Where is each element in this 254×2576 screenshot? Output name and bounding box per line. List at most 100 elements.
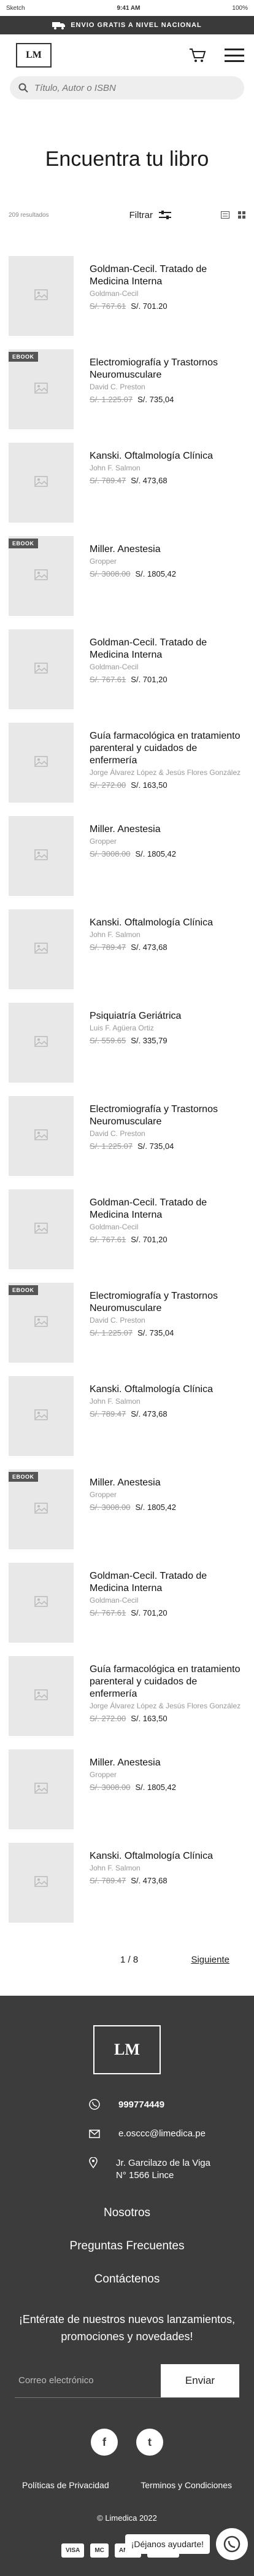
link-faq[interactable]: Preguntas Frecuentes xyxy=(0,2239,254,2253)
twitter-icon[interactable]: t xyxy=(136,2429,163,2456)
product-card[interactable]: Miller. Anestesia Gropper S/. 3008.00 S/. 1… xyxy=(0,1749,254,1843)
product-title[interactable]: Goldman-Cecil. Tratado de Medicina Inter… xyxy=(90,637,245,661)
old-price: S/. 3008.00 xyxy=(90,1503,131,1512)
product-card[interactable]: Miller. Anestesia Gropper S/. 3008.00 S/. 1… xyxy=(0,816,254,909)
link-nosotros[interactable]: Nosotros xyxy=(0,2206,254,2220)
product-card[interactable]: Electromiografía y Trastornos Neuromuscu… xyxy=(0,1096,254,1189)
product-card[interactable]: Goldman-Cecil. Tratado de Medicina Inter… xyxy=(0,1189,254,1283)
product-image[interactable] xyxy=(9,909,74,989)
product-title[interactable]: Kanski. Oftalmología Clínica xyxy=(90,1383,245,1396)
product-image[interactable] xyxy=(9,816,74,896)
image-placeholder-icon xyxy=(34,942,48,957)
email-row[interactable]: e.osccc@limedica.pe xyxy=(0,2128,254,2139)
product-image[interactable] xyxy=(9,723,74,803)
phone-row[interactable]: 999774449 xyxy=(0,2099,254,2110)
product-card[interactable]: Kanski. Oftalmología Clínica John F. Salm… xyxy=(0,1376,254,1469)
image-placeholder-icon xyxy=(34,569,48,583)
product-title[interactable]: Electromiografía y Trastornos Neuromuscu… xyxy=(90,1103,245,1128)
product-image[interactable] xyxy=(9,629,74,709)
link-contact[interactable]: Contáctenos xyxy=(0,2273,254,2286)
product-title[interactable]: Guía farmacológica en tratamiento parent… xyxy=(90,730,245,767)
filter-button[interactable]: Filtrar xyxy=(129,210,171,220)
product-title[interactable]: Guía farmacológica en tratamiento parent… xyxy=(90,1664,245,1700)
product-image[interactable]: EBOOK xyxy=(9,1283,74,1363)
product-title[interactable]: Goldman-Cecil. Tratado de Medicina Inter… xyxy=(90,263,245,288)
product-author: David C. Preston xyxy=(90,1316,145,1325)
product-card[interactable]: Goldman-Cecil. Tratado de Medicina Inter… xyxy=(0,629,254,723)
current-price: S/. 473,68 xyxy=(131,476,167,485)
product-title[interactable]: Electromiografía y Trastornos Neuromuscu… xyxy=(90,1290,245,1315)
current-price: S/. 473,68 xyxy=(131,1409,167,1418)
product-title[interactable]: Kanski. Oftalmología Clínica xyxy=(90,450,245,462)
product-title[interactable]: Kanski. Oftalmología Clínica xyxy=(90,917,245,929)
product-image[interactable] xyxy=(9,1376,74,1456)
product-image[interactable] xyxy=(9,1749,74,1829)
product-title[interactable]: Goldman-Cecil. Tratado de Medicina Inter… xyxy=(90,1197,245,1221)
product-image[interactable] xyxy=(9,1843,74,1923)
search-input[interactable] xyxy=(34,82,236,93)
product-image[interactable] xyxy=(9,1563,74,1643)
product-card[interactable]: Kanski. Oftalmología Clínica John F. Salm… xyxy=(0,443,254,536)
product-card[interactable]: Goldman-Cecil. Tratado de Medicina Inter… xyxy=(0,1563,254,1656)
product-title[interactable]: Goldman-Cecil. Tratado de Medicina Inter… xyxy=(90,1570,245,1595)
current-price: S/. 335,79 xyxy=(131,1036,167,1045)
privacy-link[interactable]: Políticas de Privacidad xyxy=(22,2480,109,2490)
product-price: S/. 789.47 S/. 473,68 xyxy=(90,1409,245,1418)
product-title[interactable]: Kanski. Oftalmología Clínica xyxy=(90,1850,245,1862)
product-image[interactable]: EBOOK xyxy=(9,349,74,429)
list-view-icon[interactable] xyxy=(221,211,229,219)
product-price: S/. 3008.00 S/. 1805,42 xyxy=(90,569,245,578)
product-image[interactable] xyxy=(9,1003,74,1083)
product-title[interactable]: Miller. Anestesia xyxy=(90,1477,245,1489)
logo[interactable]: LM xyxy=(16,43,52,68)
product-card[interactable]: EBOOK Electromiografía y Trastornos Neuro… xyxy=(0,349,254,443)
mastercard-icon: MC xyxy=(90,2543,109,2558)
newsletter-submit-button[interactable]: Enviar xyxy=(161,2364,239,2397)
product-card[interactable]: Kanski. Oftalmología Clínica John F. Salm… xyxy=(0,909,254,1003)
product-card[interactable]: Guía farmacológica en tratamiento parent… xyxy=(0,1656,254,1749)
product-card[interactable]: EBOOK Electromiografía y Trastornos Neuro… xyxy=(0,1283,254,1376)
cart-icon[interactable] xyxy=(189,48,206,63)
pagination: 1 / 8 Siguiente xyxy=(0,1955,254,1965)
battery: 100% xyxy=(232,4,248,12)
product-price: S/. 789.47 S/. 473,68 xyxy=(90,476,245,485)
product-image[interactable] xyxy=(9,1656,74,1736)
product-image[interactable] xyxy=(9,1096,74,1176)
product-card[interactable]: EBOOK Miller. Anestesia Gropper S/. 3008.00… xyxy=(0,1469,254,1563)
product-price: S/. 767.61 S/. 701.20 xyxy=(90,302,245,311)
next-page-link[interactable]: Siguiente xyxy=(191,1955,229,1965)
whatsapp-button[interactable] xyxy=(216,2528,248,2560)
product-image[interactable]: EBOOK xyxy=(9,1469,74,1549)
product-price: S/. 767.61 S/. 701,20 xyxy=(90,1608,245,1617)
product-title[interactable]: Electromiografía y Trastornos Neuromuscu… xyxy=(90,357,245,381)
product-image[interactable] xyxy=(9,256,74,336)
product-card[interactable]: Psiquiatría Geriátrica Luis F. Agüera Ort… xyxy=(0,1003,254,1096)
old-price: S/. 1.225.07 xyxy=(90,395,133,404)
product-card[interactable]: EBOOK Miller. Anestesia Gropper S/. 3008.00… xyxy=(0,536,254,629)
hamburger-menu-icon[interactable] xyxy=(225,49,244,62)
carrier: Sketch xyxy=(6,4,25,12)
product-card[interactable]: Kanski. Oftalmología Clínica John F. Salm… xyxy=(0,1843,254,1936)
old-price: S/. 789.47 xyxy=(90,1876,126,1885)
product-card[interactable]: Goldman-Cecil. Tratado de Medicina Inter… xyxy=(0,256,254,349)
terms-link[interactable]: Terminos y Condiciones xyxy=(140,2480,232,2490)
product-image[interactable] xyxy=(9,1189,74,1269)
product-title[interactable]: Psiquiatría Geriátrica xyxy=(90,1010,245,1022)
image-placeholder-icon xyxy=(34,1689,48,1703)
facebook-icon[interactable]: f xyxy=(91,2429,118,2456)
whatsapp-widget[interactable]: ¡Déjanos ayudarte! xyxy=(125,2528,248,2560)
product-price: S/. 767.61 S/. 701,20 xyxy=(90,675,245,684)
current-price: S/. 701.20 xyxy=(131,302,167,311)
product-card[interactable]: Guía farmacológica en tratamiento parent… xyxy=(0,723,254,816)
product-title[interactable]: Miller. Anestesia xyxy=(90,823,245,836)
grid-view-icon[interactable] xyxy=(238,211,245,219)
product-title[interactable]: Miller. Anestesia xyxy=(90,1757,245,1769)
product-image[interactable]: EBOOK xyxy=(9,536,74,616)
product-image[interactable] xyxy=(9,443,74,523)
product-title[interactable]: Miller. Anestesia xyxy=(90,543,245,556)
image-placeholder-icon xyxy=(34,849,48,863)
current-price: S/. 701,20 xyxy=(131,675,167,684)
product-list: Goldman-Cecil. Tratado de Medicina Inter… xyxy=(0,256,254,1936)
newsletter-email-input[interactable] xyxy=(15,2375,161,2386)
phone-number: 999774449 xyxy=(118,2099,165,2110)
